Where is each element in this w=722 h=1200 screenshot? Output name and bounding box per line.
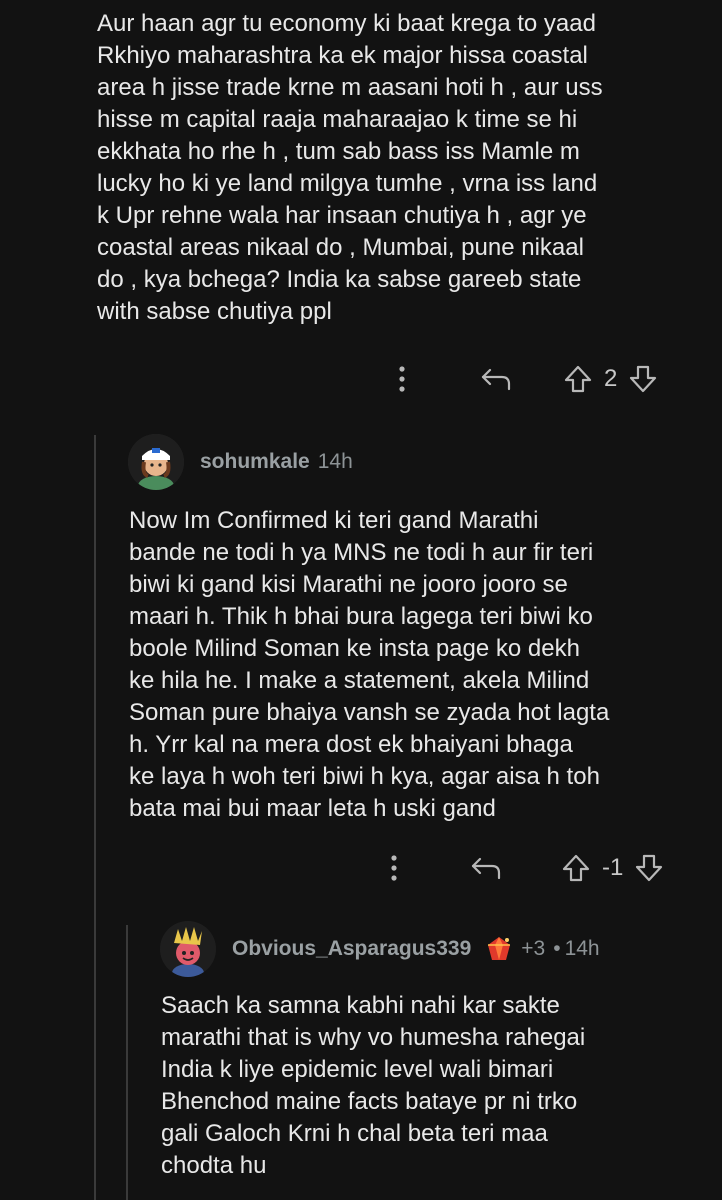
timestamp: 14h (317, 450, 353, 473)
timestamp: 14h (564, 937, 600, 960)
avatar[interactable] (160, 921, 216, 977)
comment-3-body: Saach ka samna kabhi nahi kar sakte mara… (161, 992, 586, 1179)
reply-button[interactable] (464, 855, 508, 881)
more-options-button[interactable] (380, 366, 424, 392)
reply-icon (481, 368, 511, 391)
reply-icon (471, 857, 501, 880)
comment-2-header: sohumkale 14h (128, 434, 353, 490)
vote-score: 2 (604, 365, 618, 392)
vote-score: -1 (602, 854, 624, 881)
upvote-button[interactable] (556, 853, 596, 883)
more-options-button[interactable] (372, 855, 416, 881)
downvote-button[interactable] (623, 364, 663, 394)
username[interactable]: sohumkale (200, 450, 310, 474)
avatar[interactable] (128, 434, 184, 490)
comment-1-body: Aur haan agr tu economy ki baat krega to… (97, 10, 603, 325)
reply-button[interactable] (474, 366, 518, 392)
upvote-arrow-icon (564, 365, 592, 393)
award-badge[interactable] (485, 935, 513, 963)
comment-1-actions: 2 (380, 357, 663, 401)
meta-separator: • (553, 937, 561, 960)
username[interactable]: Obvious_Asparagus339 (232, 937, 471, 961)
award-gem-icon (488, 937, 511, 960)
user-avatar-icon (160, 921, 216, 977)
upvote-arrow-icon (562, 854, 590, 882)
thread-line-level-1[interactable] (94, 435, 96, 1200)
downvote-arrow-icon (630, 365, 657, 393)
comment-2-actions: -1 (372, 846, 669, 890)
downvote-arrow-icon (636, 854, 663, 882)
award-count: +3 (521, 937, 546, 960)
thread-line-level-2[interactable] (126, 925, 128, 1200)
upvote-button[interactable] (558, 364, 598, 394)
more-vertical-icon (399, 366, 405, 392)
user-avatar-icon (128, 434, 184, 490)
downvote-button[interactable] (629, 853, 669, 883)
comment-3-header: Obvious_Asparagus339 +3 • 14h (160, 921, 600, 977)
more-vertical-icon (391, 855, 397, 881)
comment-2-body: Now Im Confirmed ki teri gand Marathi ba… (129, 507, 610, 822)
